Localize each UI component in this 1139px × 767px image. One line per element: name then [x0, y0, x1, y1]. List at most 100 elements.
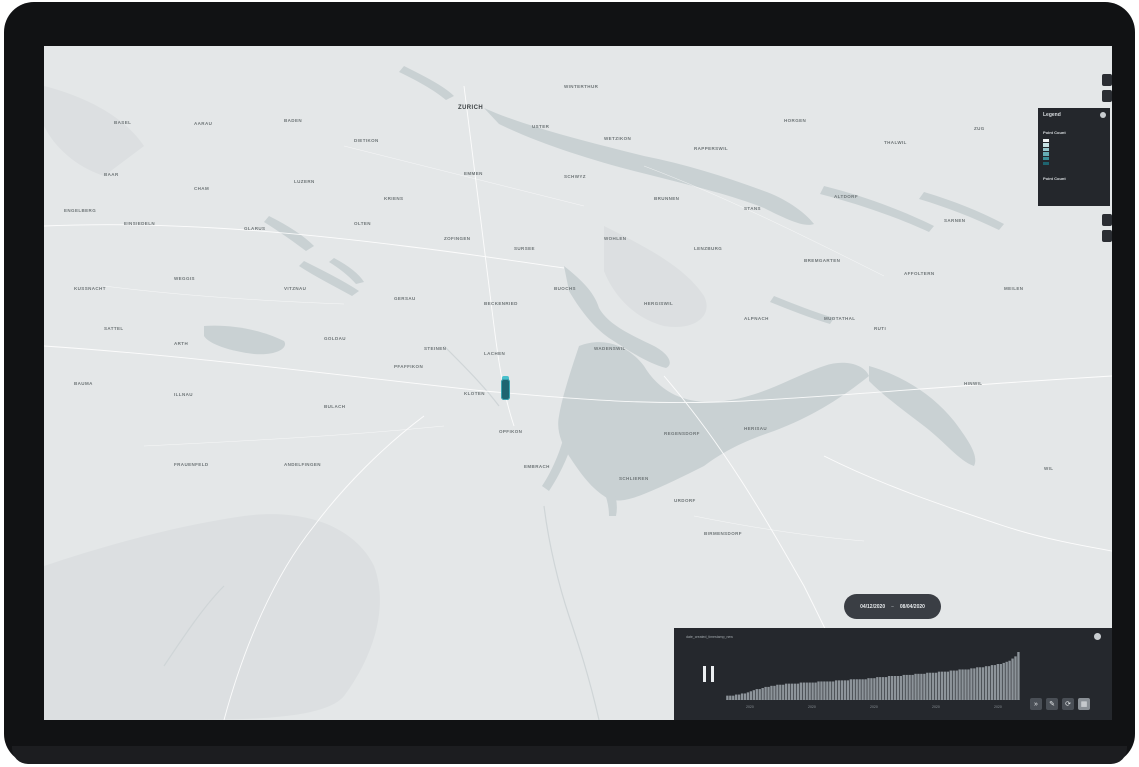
histogram-bar[interactable] — [943, 671, 947, 700]
timeline-histogram[interactable] — [726, 650, 1020, 700]
histogram-bar[interactable] — [911, 674, 914, 700]
map-screen[interactable]: ZURICH WINTERTHUR BASEL AARAU BADEN DIET… — [44, 46, 1112, 720]
histogram-bar[interactable] — [834, 680, 838, 700]
histogram-bar[interactable] — [823, 681, 826, 700]
histogram-bar[interactable] — [758, 689, 761, 700]
histogram-bar[interactable] — [914, 673, 917, 700]
histogram-bar[interactable] — [858, 679, 861, 700]
histogram-bar[interactable] — [876, 677, 879, 700]
histogram-bar[interactable] — [893, 676, 897, 700]
pause-icon[interactable] — [703, 666, 717, 682]
histogram-bar[interactable] — [958, 669, 961, 700]
histogram-bar[interactable] — [726, 695, 729, 700]
histogram-bar[interactable] — [787, 683, 791, 700]
histogram-bar[interactable] — [773, 685, 776, 700]
histogram-bar[interactable] — [752, 690, 755, 700]
histogram-bar[interactable] — [779, 684, 782, 700]
zoom-in-button[interactable] — [1102, 214, 1112, 226]
histogram-bar[interactable] — [926, 672, 929, 700]
histogram-bar[interactable] — [932, 672, 935, 700]
histogram-bar[interactable] — [981, 667, 985, 700]
histogram-bar[interactable] — [849, 679, 853, 700]
histogram-bar[interactable] — [867, 678, 870, 700]
histogram-bar[interactable] — [1011, 658, 1014, 700]
data-point-column[interactable] — [501, 379, 510, 400]
histogram-bar[interactable] — [770, 685, 773, 700]
timeline-panel[interactable]: date_created_timestamp_new 2020 2020 202… — [674, 628, 1112, 720]
histogram-bar[interactable] — [920, 673, 923, 700]
histogram-bar[interactable] — [829, 681, 832, 700]
legend-close-icon[interactable] — [1100, 112, 1106, 118]
histogram-bar[interactable] — [870, 678, 873, 700]
histogram-bar[interactable] — [882, 677, 885, 700]
histogram-bar[interactable] — [864, 679, 867, 700]
histogram-bar[interactable] — [840, 680, 844, 700]
histogram-bar[interactable] — [905, 674, 908, 700]
histogram-bar[interactable] — [955, 670, 958, 700]
histogram-bar[interactable] — [790, 683, 794, 700]
histogram-bar[interactable] — [855, 679, 858, 700]
histogram-bar[interactable] — [1005, 661, 1008, 700]
histogram-bar[interactable] — [873, 678, 876, 700]
histogram-bar[interactable] — [993, 665, 997, 700]
histogram-bar[interactable] — [1002, 662, 1005, 700]
histogram-bar[interactable] — [996, 664, 1000, 700]
histogram-bar[interactable] — [999, 664, 1002, 700]
timeline-field-selector[interactable]: date_created_timestamp_new — [686, 635, 733, 639]
histogram-bar[interactable] — [929, 672, 932, 700]
histogram-bar[interactable] — [899, 676, 902, 700]
histogram-bar[interactable] — [946, 671, 950, 700]
histogram-bar[interactable] — [949, 670, 952, 700]
histogram-bar[interactable] — [964, 669, 967, 700]
histogram-bar[interactable] — [940, 671, 944, 700]
histogram-bar[interactable] — [814, 682, 817, 700]
histogram-bar[interactable] — [799, 682, 803, 700]
loop-icon[interactable]: ⟳ — [1062, 698, 1074, 710]
histogram-bar[interactable] — [890, 676, 894, 700]
base-map[interactable] — [44, 46, 1112, 720]
histogram-bar[interactable] — [805, 682, 808, 700]
histogram-bar[interactable] — [811, 682, 814, 700]
histogram-bar[interactable] — [740, 693, 744, 700]
histogram-bar[interactable] — [832, 681, 835, 700]
histogram-bar[interactable] — [785, 683, 788, 700]
histogram-bar[interactable] — [984, 666, 988, 700]
histogram-bar[interactable] — [896, 676, 900, 700]
histogram-bar[interactable] — [1014, 656, 1017, 700]
histogram-bar[interactable] — [735, 694, 738, 700]
layers-icon[interactable] — [1102, 90, 1112, 102]
histogram-bar[interactable] — [820, 681, 823, 700]
histogram-bar[interactable] — [908, 674, 911, 700]
histogram-bar[interactable] — [793, 683, 797, 700]
histogram-bar[interactable] — [861, 679, 864, 700]
histogram-bar[interactable] — [826, 681, 829, 700]
histogram-bar[interactable] — [782, 684, 785, 700]
histogram-bar[interactable] — [843, 680, 847, 700]
histogram-bar[interactable] — [1008, 660, 1011, 700]
zoom-out-button[interactable] — [1102, 230, 1112, 242]
histogram-bar[interactable] — [776, 684, 779, 700]
edit-icon[interactable]: ✎ — [1046, 698, 1058, 710]
histogram-bar[interactable] — [743, 693, 747, 700]
histogram-bar[interactable] — [796, 683, 800, 700]
histogram-bar[interactable] — [749, 691, 753, 700]
histogram-bar[interactable] — [976, 667, 979, 700]
histogram-bar[interactable] — [746, 692, 750, 700]
histogram-bar[interactable] — [923, 673, 926, 700]
histogram-bar[interactable] — [990, 665, 994, 700]
speed-button[interactable]: » — [1030, 698, 1042, 710]
histogram-bar[interactable] — [817, 681, 820, 700]
histogram-bar[interactable] — [934, 672, 938, 700]
histogram-bar[interactable] — [917, 673, 920, 700]
histogram-bar[interactable] — [846, 680, 850, 700]
histogram-bar[interactable] — [1017, 652, 1020, 700]
histogram-bar[interactable] — [808, 682, 811, 700]
map-control-button[interactable] — [1102, 74, 1112, 86]
histogram-bar[interactable] — [987, 666, 991, 700]
histogram-bar[interactable] — [837, 680, 841, 700]
histogram-bar[interactable] — [764, 686, 767, 700]
histogram-bar[interactable] — [755, 689, 758, 700]
histogram-bar[interactable] — [761, 688, 764, 700]
histogram-bar[interactable] — [967, 669, 970, 700]
histogram-bar[interactable] — [732, 695, 735, 700]
